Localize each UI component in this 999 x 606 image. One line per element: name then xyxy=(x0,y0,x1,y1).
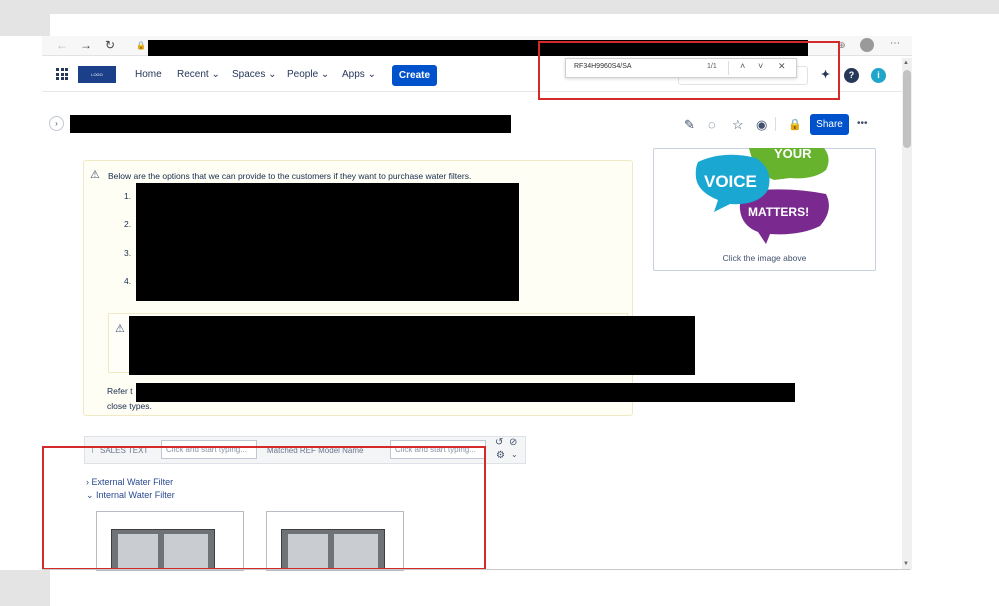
close-types-text: close types. xyxy=(107,401,152,411)
note-intro-text: Below are the options that we can provid… xyxy=(108,171,472,181)
redacted-page-title xyxy=(70,115,511,133)
bottom-rule xyxy=(42,569,910,570)
nav-home[interactable]: Home xyxy=(135,69,162,80)
company-logo[interactable]: LOGO xyxy=(78,66,116,83)
nav-apps[interactable]: Apps ⌄ xyxy=(342,69,376,80)
list-number-4: 4. xyxy=(124,276,132,286)
clear-filter-icon[interactable]: ⊘ xyxy=(509,437,517,448)
settings-icon[interactable]: ⚙ xyxy=(496,450,505,461)
highlight-box-filters xyxy=(42,446,486,570)
outer-frame-top xyxy=(0,0,999,14)
voice-card-caption: Click the image above xyxy=(722,253,807,263)
nav-people[interactable]: People ⌄ xyxy=(287,69,329,80)
help-icon[interactable]: ? xyxy=(844,68,859,83)
comment-icon[interactable]: ◌ xyxy=(708,117,716,132)
browser-menu-icon[interactable]: ⋯ xyxy=(890,38,900,49)
redacted-options-list xyxy=(136,183,519,301)
outer-frame-left xyxy=(0,14,50,36)
forward-icon[interactable]: → xyxy=(80,38,92,52)
warning-icon: ⚠ xyxy=(90,169,100,181)
reload-icon[interactable]: ↻ xyxy=(105,38,115,52)
outer-frame-right xyxy=(912,14,999,570)
refer-text: Refer t xyxy=(107,386,133,396)
highlight-box-find xyxy=(538,41,840,100)
scroll-up-icon[interactable]: ▲ xyxy=(903,60,909,66)
avatar[interactable]: i xyxy=(871,68,886,83)
redacted-warning-text xyxy=(129,316,695,375)
more-actions-icon[interactable]: ••• xyxy=(857,118,868,129)
list-number-3: 3. xyxy=(124,248,132,258)
list-number-1: 1. xyxy=(124,191,132,201)
scrollbar-thumb[interactable] xyxy=(903,70,911,148)
action-divider xyxy=(775,117,776,131)
lock-icon: 🔒 xyxy=(136,41,146,50)
voice-word: VOICE xyxy=(704,172,757,191)
app-switcher-icon[interactable] xyxy=(56,68,68,80)
create-button[interactable]: Create xyxy=(392,65,437,86)
chevron-down-icon[interactable]: ⌄ xyxy=(511,450,518,459)
edit-icon[interactable]: ✎ xyxy=(684,117,695,133)
matters-word: MATTERS! xyxy=(748,205,809,219)
watch-icon[interactable]: ◉ xyxy=(756,117,767,133)
your-word: YOUR xyxy=(774,148,812,161)
list-number-2: 2. xyxy=(124,219,132,229)
inner-warning-icon: ⚠ xyxy=(115,323,125,335)
redacted-refer-text xyxy=(136,383,795,402)
share-button[interactable]: Share xyxy=(810,114,849,135)
scroll-down-icon[interactable]: ▼ xyxy=(903,561,909,567)
star-icon[interactable]: ☆ xyxy=(732,117,744,133)
nav-spaces[interactable]: Spaces ⌄ xyxy=(232,69,277,80)
outer-frame-left-bottom xyxy=(0,570,50,606)
restrictions-icon[interactable]: 🔒 xyxy=(788,118,802,131)
sidebar-collapse-button[interactable]: › xyxy=(49,116,64,131)
back-icon[interactable]: ← xyxy=(56,38,68,52)
nav-recent[interactable]: Recent ⌄ xyxy=(177,69,220,80)
reset-filter-icon[interactable]: ↺ xyxy=(495,437,503,448)
voice-matters-image[interactable]: YOUR MATTERS! VOICE xyxy=(694,148,834,250)
profile-icon[interactable] xyxy=(860,38,874,52)
